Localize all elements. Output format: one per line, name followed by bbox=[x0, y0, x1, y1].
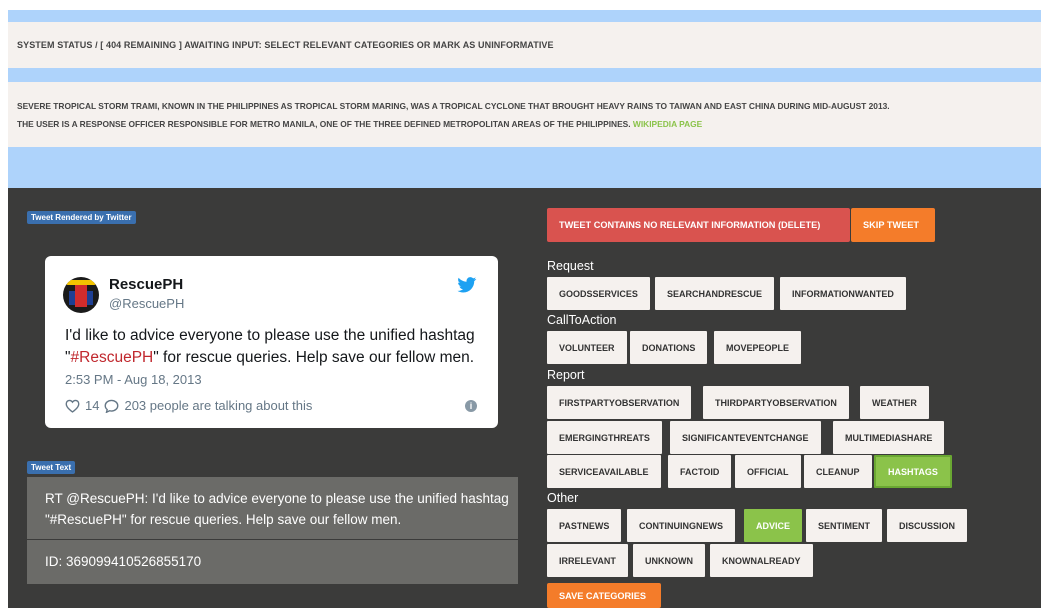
tweet-raw-text: RT @RescuePH: I'd like to advice everyon… bbox=[27, 477, 518, 539]
category-weather[interactable]: WEATHER bbox=[860, 386, 929, 419]
category-unknown[interactable]: UNKNOWN bbox=[633, 544, 705, 577]
category-thirdpartyobservation[interactable]: THIRDPARTYOBSERVATION bbox=[703, 386, 849, 419]
category-pastnews[interactable]: PASTNEWS bbox=[547, 509, 622, 542]
talking-count[interactable]: 203 people are talking about this bbox=[124, 398, 312, 413]
status-text: SYSTEM STATUS / [ 404 REMAINING ] AWAITI… bbox=[17, 40, 554, 50]
tweet-embed-card[interactable]: RescuePH @RescuePH I'd like to advice ev… bbox=[45, 256, 498, 428]
tweet-date[interactable]: 2:53 PM - Aug 18, 2013 bbox=[65, 372, 202, 387]
category-irrelevant[interactable]: IRRELEVANT bbox=[547, 544, 628, 577]
category-firstpartyobservation[interactable]: FIRSTPARTYOBSERVATION bbox=[547, 386, 692, 419]
category-multimediashare[interactable]: MULTIMEDIASHARE bbox=[833, 421, 945, 454]
category-knownalready[interactable]: KNOWNALREADY bbox=[710, 544, 813, 577]
group-title-other: Other bbox=[547, 491, 579, 505]
category-emergingthreats[interactable]: EMERGINGTHREATS bbox=[547, 421, 662, 454]
avatar[interactable] bbox=[63, 277, 99, 313]
tweet-id: ID: 369099410526855170 bbox=[27, 540, 518, 584]
tweet-author-handle[interactable]: @RescuePH bbox=[109, 296, 184, 311]
category-advice[interactable]: ADVICE bbox=[744, 509, 803, 542]
twitter-bird-icon[interactable] bbox=[457, 277, 477, 293]
info-icon[interactable]: i bbox=[465, 400, 477, 412]
category-significanteventchange[interactable]: SIGNIFICANTEVENTCHANGE bbox=[670, 421, 821, 454]
divider-band-2 bbox=[8, 147, 1041, 188]
category-donations[interactable]: DONATIONS bbox=[630, 331, 708, 364]
category-searchandrescue[interactable]: SEARCHANDRESCUE bbox=[655, 277, 775, 310]
description-line-2: THE USER IS A RESPONSE OFFICER RESPONSIB… bbox=[17, 115, 1041, 133]
category-movepeople[interactable]: MOVEPEOPLE bbox=[714, 331, 802, 364]
category-cleanup[interactable]: CLEANUP bbox=[804, 455, 872, 488]
category-official[interactable]: OFFICIAL bbox=[735, 455, 801, 488]
category-sentiment[interactable]: SENTIMENT bbox=[806, 509, 883, 542]
skip-tweet-button[interactable]: SKIP TWEET bbox=[851, 208, 935, 242]
category-factoid[interactable]: FACTOID bbox=[668, 455, 732, 488]
status-bar: SYSTEM STATUS / [ 404 REMAINING ] AWAITI… bbox=[8, 22, 1041, 68]
category-serviceavailable[interactable]: SERVICEAVAILABLE bbox=[547, 455, 661, 488]
likes-count: 14 bbox=[85, 398, 100, 413]
tweet-rendered-label: Tweet Rendered by Twitter bbox=[27, 211, 136, 224]
group-title-calltoaction: CallToAction bbox=[547, 313, 617, 327]
category-discussion[interactable]: DISCUSSION bbox=[887, 509, 968, 542]
tweet-body: I'd like to advice everyone to please us… bbox=[65, 325, 485, 369]
group-title-report: Report bbox=[547, 368, 585, 382]
tweet-body-end: " for rescue queries. Help save our fell… bbox=[153, 349, 475, 366]
category-informationwanted[interactable]: INFORMATIONWANTED bbox=[780, 277, 906, 310]
category-volunteer[interactable]: VOLUNTEER bbox=[547, 331, 627, 364]
top-band bbox=[0, 0, 1041, 22]
category-continuingnews[interactable]: CONTINUINGNEWS bbox=[627, 509, 735, 542]
comment-bubble-icon[interactable] bbox=[104, 399, 119, 413]
divider-band bbox=[8, 68, 1041, 82]
category-goodsservices[interactable]: GOODSSERVICES bbox=[547, 277, 650, 310]
category-hashtags[interactable]: HASHTAGS bbox=[874, 455, 952, 488]
heart-icon[interactable] bbox=[65, 399, 80, 413]
description-line-1: SEVERE TROPICAL STORM TRAMI, KNOWN IN TH… bbox=[17, 101, 890, 111]
group-title-request: Request bbox=[547, 259, 594, 273]
wikipedia-link[interactable]: WIKIPEDIA PAGE bbox=[633, 119, 702, 129]
tweet-text-label: Tweet Text bbox=[27, 461, 76, 474]
event-description: SEVERE TROPICAL STORM TRAMI, KNOWN IN TH… bbox=[8, 82, 1041, 147]
delete-tweet-button[interactable]: TWEET CONTAINS NO RELEVANT INFORMATION (… bbox=[547, 208, 850, 242]
tweet-author-name[interactable]: RescuePH bbox=[109, 276, 183, 293]
description-line-2-text: THE USER IS A RESPONSE OFFICER RESPONSIB… bbox=[17, 119, 633, 129]
hashtag-link[interactable]: #RescuePH bbox=[71, 349, 154, 366]
save-categories-button[interactable]: SAVE CATEGORIES bbox=[547, 583, 661, 608]
tweet-stats: 14 203 people are talking about this bbox=[65, 398, 312, 413]
